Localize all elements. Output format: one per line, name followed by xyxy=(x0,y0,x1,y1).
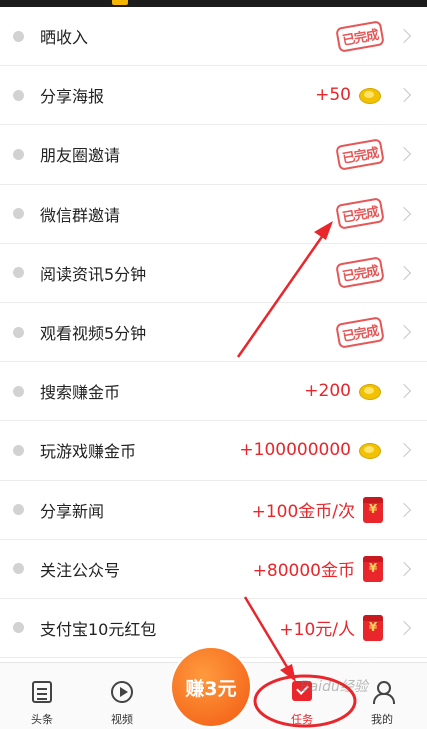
task-reward: +10元/人 xyxy=(279,620,355,641)
completed-stamp-icon: 已完成 xyxy=(335,138,385,171)
task-reward: +100000000 xyxy=(239,440,351,461)
bullet-dot xyxy=(13,89,24,101)
task-row-share-poster[interactable]: 分享海报 +50 xyxy=(0,66,427,126)
task-row-moments-invite[interactable]: 朋友圈邀请 已完成 xyxy=(0,125,427,185)
chevron-right-icon xyxy=(396,620,412,636)
status-bar xyxy=(0,0,427,7)
task-reward: +80000金币 xyxy=(252,561,355,582)
task-label: 晒收入 xyxy=(40,28,89,48)
tab-profile[interactable]: 我的 xyxy=(347,663,417,729)
task-list: 晒收入 已完成 分享海报 +50 朋友圈邀请 已完成 微信群邀请 已完成 阅读资… xyxy=(0,7,427,659)
completed-stamp-icon: 已完成 xyxy=(335,19,385,53)
task-reward: +200 xyxy=(304,381,351,402)
completed-stamp-icon: 已完成 xyxy=(335,197,385,230)
task-label: 分享海报 xyxy=(40,87,105,107)
bullet-dot xyxy=(13,208,24,220)
task-reward: +50 xyxy=(315,85,351,106)
coin-icon xyxy=(359,382,383,401)
video-icon xyxy=(111,681,133,703)
bullet-dot xyxy=(13,444,24,456)
bullet-dot xyxy=(13,563,24,575)
chevron-right-icon xyxy=(396,265,412,280)
earn-badge-button[interactable]: 赚3元 xyxy=(172,648,250,726)
task-row-follow-account[interactable]: 关注公众号 +80000金币 xyxy=(0,540,427,599)
chevron-right-icon xyxy=(396,443,412,458)
task-row-watch-video[interactable]: 观看视频5分钟 已完成 xyxy=(0,303,427,363)
task-label: 搜索赚金币 xyxy=(40,383,121,403)
task-reward: +100金币/次 xyxy=(251,502,355,523)
user-icon xyxy=(372,681,395,704)
bullet-dot xyxy=(13,30,24,42)
bullet-dot xyxy=(13,326,24,338)
tab-label: 我的 xyxy=(371,713,393,726)
chevron-right-icon xyxy=(396,561,412,576)
task-row-play-games[interactable]: 玩游戏赚金币 +100000000 xyxy=(0,421,427,481)
red-packet-icon xyxy=(363,614,383,641)
chevron-right-icon xyxy=(396,29,412,44)
coin-icon xyxy=(359,441,383,460)
bullet-dot xyxy=(13,504,24,516)
task-row-wechat-group-invite[interactable]: 微信群邀请 已完成 xyxy=(0,185,427,244)
chevron-right-icon xyxy=(396,206,412,221)
chevron-right-icon xyxy=(396,384,412,399)
tab-video[interactable]: 视频 xyxy=(87,663,157,729)
task-label: 朋友圈邀请 xyxy=(40,146,121,166)
task-row-read-news[interactable]: 阅读资讯5分钟 已完成 xyxy=(0,244,427,303)
bullet-dot xyxy=(13,385,24,397)
chevron-right-icon xyxy=(396,502,412,517)
bullet-dot xyxy=(13,267,24,279)
chevron-right-icon xyxy=(396,88,412,103)
watermark: Baidu经验 xyxy=(300,679,368,695)
red-packet-icon xyxy=(363,555,383,582)
task-row-search-coins[interactable]: 搜索赚金币 +200 xyxy=(0,362,427,422)
task-label: 分享新闻 xyxy=(40,501,105,521)
chevron-right-icon xyxy=(396,147,412,162)
news-icon xyxy=(32,681,52,703)
tab-label: 头条 xyxy=(31,713,53,726)
task-label: 玩游戏赚金币 xyxy=(40,442,137,462)
task-label: 观看视频5分钟 xyxy=(40,324,147,344)
coin-icon xyxy=(359,86,383,105)
task-label: 阅读资讯5分钟 xyxy=(40,264,147,284)
completed-stamp-icon: 已完成 xyxy=(335,256,385,290)
task-label: 支付宝10元红包 xyxy=(40,619,157,639)
status-indicator xyxy=(112,0,128,5)
task-row-share-income[interactable]: 晒收入 已完成 xyxy=(0,7,427,67)
tab-label: 视频 xyxy=(111,713,133,726)
bullet-dot xyxy=(13,148,24,160)
completed-stamp-icon: 已完成 xyxy=(335,315,385,349)
tab-tasks[interactable]: 任务 xyxy=(267,663,337,729)
task-label: 关注公众号 xyxy=(40,560,121,580)
task-row-share-news[interactable]: 分享新闻 +100金币/次 xyxy=(0,481,427,540)
task-label: 微信群邀请 xyxy=(40,205,121,225)
bullet-dot xyxy=(13,622,24,634)
chevron-right-icon xyxy=(396,324,412,340)
tab-headlines[interactable]: 头条 xyxy=(7,663,77,729)
tab-label: 任务 xyxy=(291,713,313,726)
red-packet-icon xyxy=(363,496,383,523)
